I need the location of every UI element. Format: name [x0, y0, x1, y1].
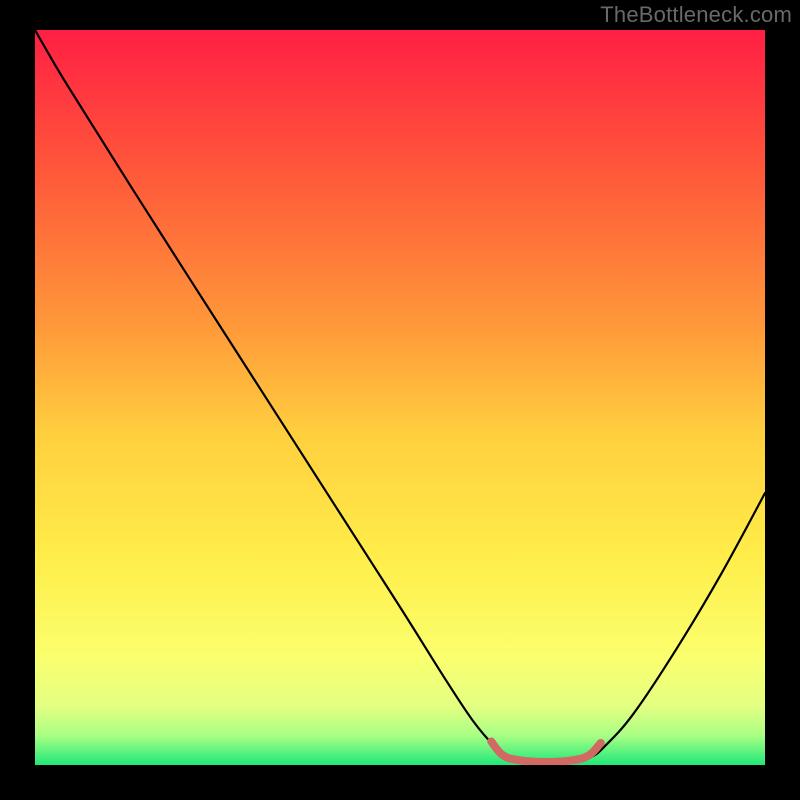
- chart-svg: [0, 0, 800, 800]
- chart-container: { "watermark": "TheBottleneck.com", "cha…: [0, 0, 800, 800]
- plot-background: [35, 30, 765, 765]
- watermark-text: TheBottleneck.com: [600, 2, 792, 28]
